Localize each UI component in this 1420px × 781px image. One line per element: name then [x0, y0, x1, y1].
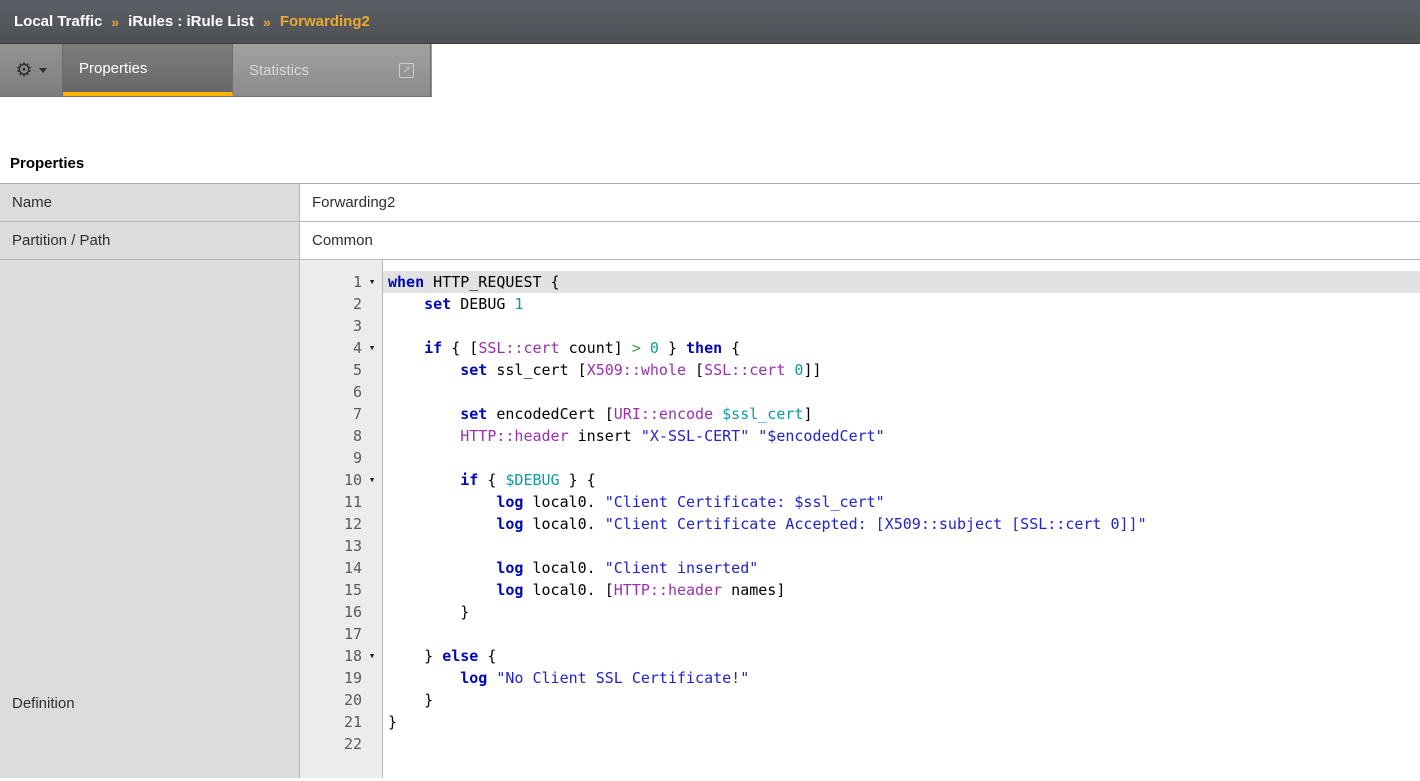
breadcrumb-separator-icon: » [263, 14, 271, 30]
tab-properties-label: Properties [79, 60, 147, 77]
gutter-line: 22 [300, 733, 382, 755]
line-number: 11 [300, 491, 362, 513]
line-number: 14 [300, 557, 362, 579]
line-number: 9 [300, 447, 362, 469]
fold-arrow-icon[interactable]: ▾ [362, 469, 382, 491]
gutter-line: 5 [300, 359, 382, 381]
gutter-line: 7 [300, 403, 382, 425]
tab-statistics[interactable]: Statistics ↗ [233, 44, 431, 96]
line-number: 1 [300, 271, 362, 293]
tab-statistics-label: Statistics [249, 62, 309, 79]
code-line[interactable]: set ssl_cert [X509::whole [SSL::cert 0]] [383, 359, 1420, 381]
gutter-line: 13 [300, 535, 382, 557]
properties-table: Name Forwarding2 Partition / Path Common… [0, 183, 1420, 778]
gutter-line: 1▾ [300, 271, 382, 293]
tab-bar: ⚙ Properties Statistics ↗ [0, 44, 432, 97]
line-number: 18 [300, 645, 362, 667]
fold-arrow-icon[interactable]: ▾ [362, 271, 382, 293]
gutter-line: 19 [300, 667, 382, 689]
gutter-line: 4▾ [300, 337, 382, 359]
code-line[interactable] [383, 315, 1420, 337]
name-label: Name [0, 184, 300, 221]
breadcrumb-path[interactable]: iRules : iRule List [128, 13, 254, 30]
line-number: 12 [300, 513, 362, 535]
property-row-partition: Partition / Path Common [0, 222, 1420, 260]
editor-code[interactable]: when HTTP_REQUEST { set DEBUG 1 if { [SS… [383, 260, 1420, 778]
code-line[interactable]: log local0. "Client Certificate: $ssl_ce… [383, 491, 1420, 513]
code-line[interactable]: when HTTP_REQUEST { [383, 271, 1420, 293]
property-row-definition: Definition 1▾234▾5678910▾111213141516171… [0, 260, 1420, 778]
gutter-line: 16 [300, 601, 382, 623]
code-line[interactable]: if { $DEBUG } { [383, 469, 1420, 491]
name-value: Forwarding2 [300, 184, 1420, 221]
code-line[interactable]: } [383, 689, 1420, 711]
code-line[interactable]: log local0. "Client inserted" [383, 557, 1420, 579]
line-number: 6 [300, 381, 362, 403]
line-number: 5 [300, 359, 362, 381]
gutter-line: 8 [300, 425, 382, 447]
code-line[interactable]: log "No Client SSL Certificate!" [383, 667, 1420, 689]
code-line[interactable]: } [383, 601, 1420, 623]
breadcrumb-separator-icon: » [111, 14, 119, 30]
code-line[interactable]: log local0. [HTTP::header names] [383, 579, 1420, 601]
external-link-icon: ↗ [399, 63, 414, 78]
breadcrumb: Local Traffic » iRules : iRule List » Fo… [0, 0, 1420, 44]
line-number: 20 [300, 689, 362, 711]
line-number: 16 [300, 601, 362, 623]
gutter-line: 15 [300, 579, 382, 601]
partition-path-value: Common [300, 222, 1420, 259]
gear-icon: ⚙ [15, 61, 32, 80]
code-line[interactable]: set encodedCert [URI::encode $ssl_cert] [383, 403, 1420, 425]
code-line[interactable]: HTTP::header insert "X-SSL-CERT" "$encod… [383, 425, 1420, 447]
gutter-line: 17 [300, 623, 382, 645]
tab-properties[interactable]: Properties [63, 44, 233, 96]
line-number: 19 [300, 667, 362, 689]
line-number: 21 [300, 711, 362, 733]
line-number: 10 [300, 469, 362, 491]
gutter-line: 10▾ [300, 469, 382, 491]
settings-menu-button[interactable]: ⚙ [0, 44, 63, 96]
gutter-line: 11 [300, 491, 382, 513]
line-number: 4 [300, 337, 362, 359]
partition-path-label: Partition / Path [0, 222, 300, 259]
chevron-down-icon [39, 68, 47, 73]
gutter-line: 18▾ [300, 645, 382, 667]
breadcrumb-current: Forwarding2 [280, 13, 370, 30]
fold-arrow-icon[interactable]: ▾ [362, 645, 382, 667]
gutter-line: 12 [300, 513, 382, 535]
code-line[interactable]: set DEBUG 1 [383, 293, 1420, 315]
page-title: Properties [10, 155, 1420, 172]
line-number: 22 [300, 733, 362, 755]
line-number: 3 [300, 315, 362, 337]
property-row-name: Name Forwarding2 [0, 184, 1420, 222]
code-line[interactable] [383, 381, 1420, 403]
code-line[interactable] [383, 733, 1420, 755]
line-number: 13 [300, 535, 362, 557]
editor-gutter: 1▾234▾5678910▾1112131415161718▾19202122 [300, 260, 383, 778]
fold-arrow-icon[interactable]: ▾ [362, 337, 382, 359]
gutter-line: 6 [300, 381, 382, 403]
code-line[interactable]: if { [SSL::cert count] > 0 } then { [383, 337, 1420, 359]
gutter-line: 20 [300, 689, 382, 711]
breadcrumb-section[interactable]: Local Traffic [14, 13, 102, 30]
code-line[interactable] [383, 447, 1420, 469]
code-line[interactable]: } [383, 711, 1420, 733]
gutter-line: 14 [300, 557, 382, 579]
line-number: 17 [300, 623, 362, 645]
code-line[interactable] [383, 623, 1420, 645]
line-number: 2 [300, 293, 362, 315]
line-number: 7 [300, 403, 362, 425]
gutter-line: 3 [300, 315, 382, 337]
gutter-line: 21 [300, 711, 382, 733]
code-line[interactable]: log local0. "Client Certificate Accepted… [383, 513, 1420, 535]
gutter-line: 9 [300, 447, 382, 469]
line-number: 8 [300, 425, 362, 447]
code-line[interactable]: } else { [383, 645, 1420, 667]
gutter-line: 2 [300, 293, 382, 315]
code-editor[interactable]: 1▾234▾5678910▾1112131415161718▾19202122 … [300, 260, 1420, 778]
code-line[interactable] [383, 535, 1420, 557]
line-number: 15 [300, 579, 362, 601]
definition-label: Definition [0, 260, 300, 778]
